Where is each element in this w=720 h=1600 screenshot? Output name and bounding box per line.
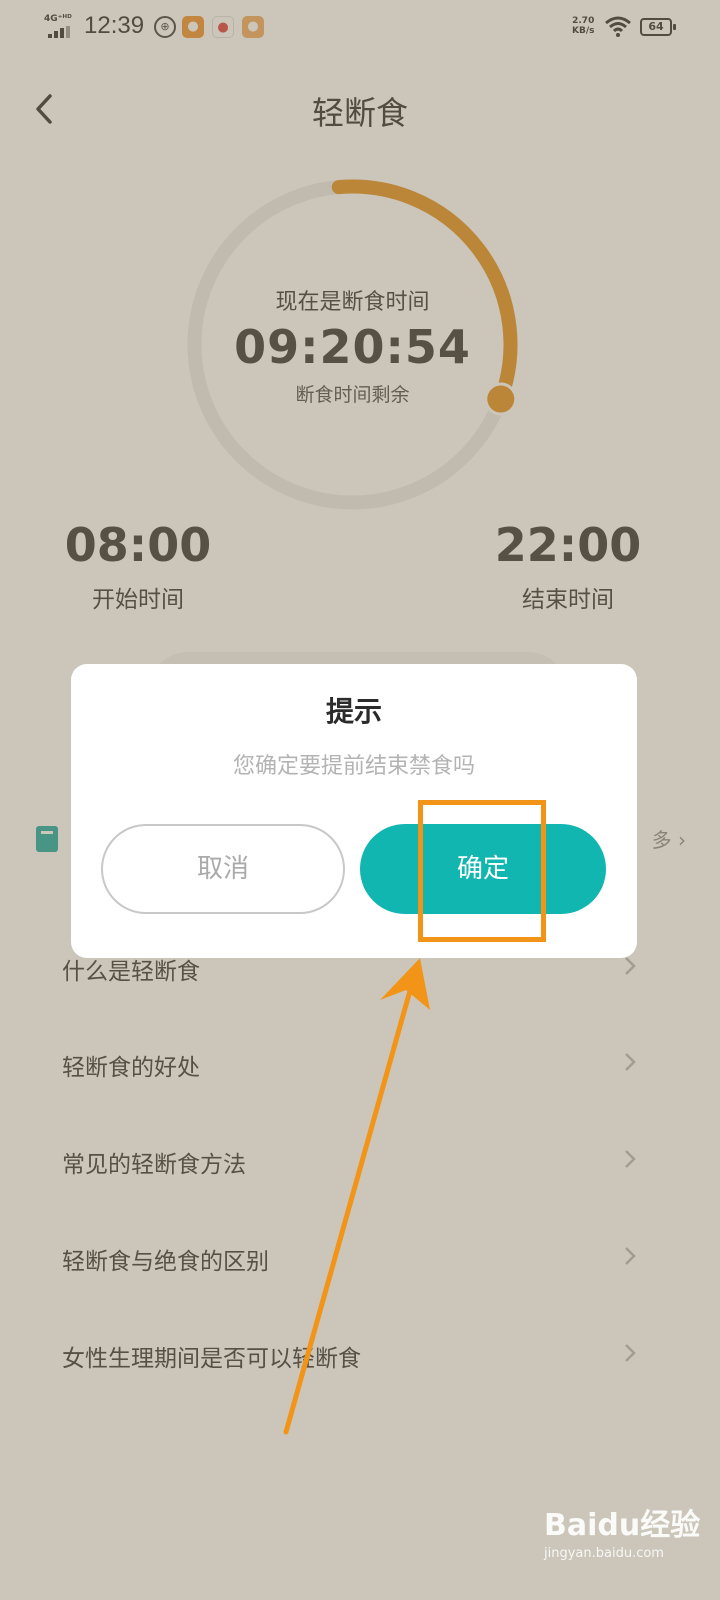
- screen: 4G⁺ᴴᴰ 12:39 ⊕ ● ● ● 2.70 KB/s 64 轻断食 现在是…: [0, 0, 720, 1600]
- dialog-title: 提示: [325, 695, 382, 728]
- dialog-message: 您确定要提前结束禁食吗: [232, 754, 475, 779]
- confirm-dialog: 提示 您确定要提前结束禁食吗 取消 确定: [71, 664, 637, 958]
- watermark-logo: Baidu经验: [544, 1508, 701, 1543]
- baidu-watermark: Baidu经验 jingyan.baidu.com: [540, 1500, 710, 1580]
- watermark-url: jingyan.baidu.com: [544, 1546, 664, 1561]
- cancel-button[interactable]: 取消: [101, 824, 345, 914]
- annotation-highlight-box: [418, 800, 546, 942]
